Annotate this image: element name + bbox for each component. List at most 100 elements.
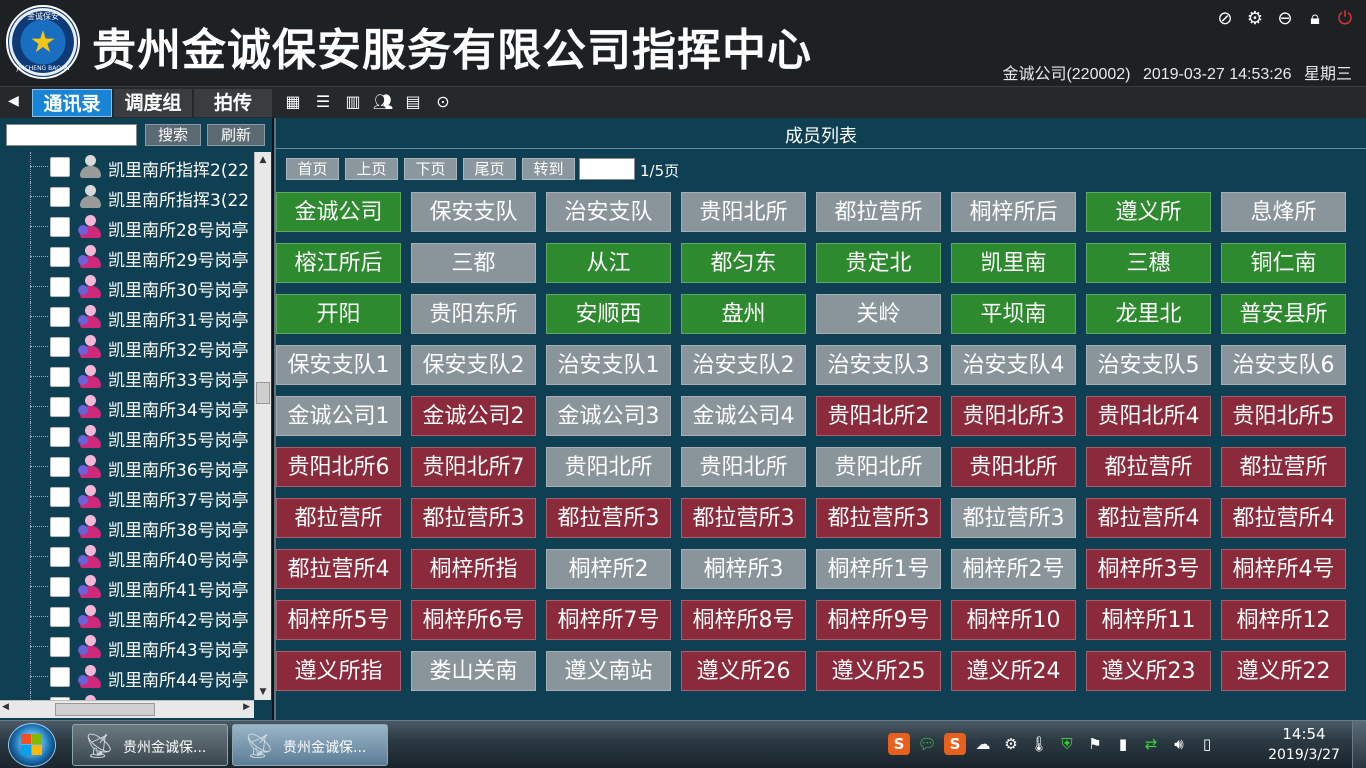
member-button[interactable]: 贵阳北所 (816, 447, 941, 487)
member-button[interactable]: 都拉营所 (816, 192, 941, 232)
member-button[interactable]: 遵义所26 (681, 651, 806, 691)
member-button[interactable]: 都拉营所3 (816, 498, 941, 538)
flag-icon[interactable]: ⚑ (1084, 733, 1106, 755)
member-button[interactable]: 桐梓所12 (1221, 600, 1346, 640)
tree-item[interactable]: 凯里南所33号岗亭 (0, 362, 254, 392)
tree-item-checkbox[interactable] (50, 667, 70, 687)
tree-item[interactable]: 凯里南所41号岗亭 (0, 572, 254, 602)
member-button[interactable]: 桐梓所9号 (816, 600, 941, 640)
tree-item-checkbox[interactable] (50, 547, 70, 567)
member-button[interactable]: 保安支队2 (411, 345, 536, 385)
next-page-button[interactable]: 下页 (404, 158, 457, 180)
tree-item-checkbox[interactable] (50, 247, 70, 267)
member-button[interactable]: 贵阳北所2 (816, 396, 941, 436)
member-button[interactable]: 治安支队5 (1086, 345, 1211, 385)
member-button[interactable]: 桐梓所3 (681, 549, 806, 589)
member-button[interactable]: 都拉营所3 (411, 498, 536, 538)
member-button[interactable]: 桐梓所5号 (276, 600, 401, 640)
tree-item-checkbox[interactable] (50, 487, 70, 507)
cloud-icon[interactable]: ☁ (972, 733, 994, 755)
goto-page-button[interactable]: 转到 (522, 158, 575, 180)
member-button[interactable]: 桐梓所1号 (816, 549, 941, 589)
tree-item-checkbox[interactable] (50, 157, 70, 177)
clipboard-icon[interactable]: ▤ (402, 91, 424, 113)
stack-icon[interactable]: ☰ (312, 91, 334, 113)
goto-page-input[interactable] (579, 158, 635, 180)
member-button[interactable]: 治安支队4 (951, 345, 1076, 385)
member-button[interactable]: 桐梓所8号 (681, 600, 806, 640)
building-icon[interactable]: ▥ (342, 91, 364, 113)
horizontal-scrollbar[interactable]: ◀ ▶ (0, 700, 254, 718)
tree-item[interactable]: 凯里南所36号岗亭 (0, 452, 254, 482)
vertical-scrollbar[interactable]: ▲ ▼ (254, 152, 271, 700)
member-button[interactable]: 桐梓所6号 (411, 600, 536, 640)
member-button[interactable]: 都拉营所 (1086, 447, 1211, 487)
member-button[interactable]: 贵阳北所 (951, 447, 1076, 487)
tree-item-checkbox[interactable] (50, 457, 70, 477)
users-icon[interactable]: 👥︎ (372, 91, 394, 113)
tab-dispatch-group[interactable]: 调度组 (114, 89, 192, 117)
signal-icon[interactable]: ▮ (1112, 733, 1134, 755)
sogou-icon[interactable]: S (888, 733, 910, 755)
search-input[interactable] (6, 124, 137, 146)
tree-item[interactable]: 凯里南所28号岗亭 (0, 212, 254, 242)
tree-item[interactable]: 凯里南所32号岗亭 (0, 332, 254, 362)
gear-icon[interactable]: ⚙ (1244, 8, 1266, 30)
tree-item-checkbox[interactable] (50, 277, 70, 297)
tree-item-checkbox[interactable] (50, 637, 70, 657)
start-button[interactable] (8, 723, 56, 767)
search-button[interactable]: 搜索 (145, 124, 201, 146)
member-button[interactable]: 凯里南 (951, 243, 1076, 283)
tree-item[interactable]: 凯里南所34号岗亭 (0, 392, 254, 422)
sogou-icon[interactable]: S (944, 733, 966, 755)
battery-icon[interactable]: ▯ (1196, 733, 1218, 755)
tree-item[interactable]: 凯里南所40号岗亭 (0, 542, 254, 572)
hscroll-thumb[interactable] (55, 703, 155, 716)
power-icon[interactable]: ⏻ (1334, 8, 1356, 30)
member-button[interactable]: 平坝南 (951, 294, 1076, 334)
tree-item[interactable]: 凯里南所43号岗亭 (0, 632, 254, 662)
tree-item-checkbox[interactable] (50, 607, 70, 627)
member-button[interactable]: 桐梓所7号 (546, 600, 671, 640)
network-settings-icon[interactable]: ⚙ (1000, 733, 1022, 755)
tree-item-checkbox[interactable] (50, 337, 70, 357)
prev-page-button[interactable]: 上页 (345, 158, 398, 180)
scroll-down-icon[interactable]: ▼ (255, 684, 271, 700)
sync-icon[interactable]: ⇄ (1140, 733, 1162, 755)
collapse-arrow-icon[interactable]: ◀ (8, 93, 19, 109)
member-button[interactable]: 保安支队1 (276, 345, 401, 385)
tree-item-checkbox[interactable] (50, 217, 70, 237)
member-button[interactable]: 关岭 (816, 294, 941, 334)
tree-item[interactable]: 凯里南所45号岗亭 (0, 692, 254, 700)
member-button[interactable]: 金诚公司3 (546, 396, 671, 436)
volume-icon[interactable]: 🔊︎ (1168, 733, 1190, 755)
member-button[interactable]: 桐梓所3号 (1086, 549, 1211, 589)
map-icon[interactable]: ▦ (282, 91, 304, 113)
tree-item[interactable]: 凯里南所31号岗亭 (0, 302, 254, 332)
member-button[interactable]: 贵阳北所 (546, 447, 671, 487)
member-button[interactable]: 都拉营所3 (546, 498, 671, 538)
member-button[interactable]: 榕江所后 (276, 243, 401, 283)
member-button[interactable]: 贵定北 (816, 243, 941, 283)
member-button[interactable]: 金诚公司4 (681, 396, 806, 436)
member-button[interactable]: 桐梓所4号 (1221, 549, 1346, 589)
member-button[interactable]: 娄山关南 (411, 651, 536, 691)
shield-icon[interactable]: ⛨ (1056, 733, 1078, 755)
member-button[interactable]: 铜仁南 (1221, 243, 1346, 283)
member-button[interactable]: 都拉营所4 (276, 549, 401, 589)
tree-item-checkbox[interactable] (50, 187, 70, 207)
member-button[interactable]: 遵义所 (1086, 192, 1211, 232)
member-button[interactable]: 治安支队2 (681, 345, 806, 385)
tree-item[interactable]: 凯里南所29号岗亭 (0, 242, 254, 272)
member-button[interactable]: 桐梓所10 (951, 600, 1076, 640)
tree-item[interactable]: 凯里南所37号岗亭 (0, 482, 254, 512)
tree-item[interactable]: 凯里南所30号岗亭 (0, 272, 254, 302)
member-button[interactable]: 三都 (411, 243, 536, 283)
member-button[interactable]: 桐梓所11 (1086, 600, 1211, 640)
system-clock[interactable]: 14:54 2019/3/27 (1264, 725, 1344, 763)
member-button[interactable]: 贵阳北所4 (1086, 396, 1211, 436)
member-button[interactable]: 都拉营所3 (951, 498, 1076, 538)
location-icon[interactable]: ⊙ (432, 91, 454, 113)
member-button[interactable]: 三穗 (1086, 243, 1211, 283)
member-button[interactable]: 贵阳东所 (411, 294, 536, 334)
